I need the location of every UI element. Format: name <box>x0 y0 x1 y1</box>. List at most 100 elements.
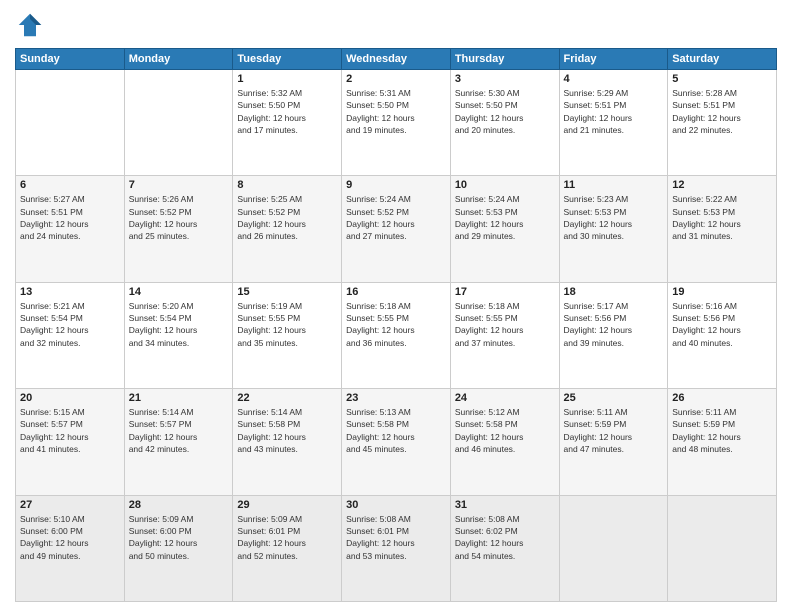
day-info: Sunrise: 5:18 AM Sunset: 5:55 PM Dayligh… <box>346 300 446 349</box>
day-info: Sunrise: 5:32 AM Sunset: 5:50 PM Dayligh… <box>237 87 337 136</box>
day-info: Sunrise: 5:24 AM Sunset: 5:52 PM Dayligh… <box>346 193 446 242</box>
day-number: 2 <box>346 73 446 85</box>
calendar-cell: 16Sunrise: 5:18 AM Sunset: 5:55 PM Dayli… <box>342 282 451 388</box>
day-number: 22 <box>237 392 337 404</box>
day-number: 1 <box>237 73 337 85</box>
day-info: Sunrise: 5:28 AM Sunset: 5:51 PM Dayligh… <box>672 87 772 136</box>
day-info: Sunrise: 5:29 AM Sunset: 5:51 PM Dayligh… <box>564 87 664 136</box>
day-info: Sunrise: 5:26 AM Sunset: 5:52 PM Dayligh… <box>129 193 229 242</box>
calendar-cell: 31Sunrise: 5:08 AM Sunset: 6:02 PM Dayli… <box>450 495 559 601</box>
calendar-cell: 5 Sunrise: 5:28 AM Sunset: 5:51 PM Daylig… <box>668 70 777 176</box>
day-number: 8 <box>237 179 337 191</box>
calendar-cell: 2 Sunrise: 5:31 AM Sunset: 5:50 PM Daylig… <box>342 70 451 176</box>
day-number: 21 <box>129 392 229 404</box>
calendar-cell: 26 Sunrise: 5:11 AM Sunset: 5:59 PM Dayli… <box>668 389 777 495</box>
calendar-cell: 12 Sunrise: 5:22 AM Sunset: 5:53 PM Dayli… <box>668 176 777 282</box>
calendar-cell: 9Sunrise: 5:24 AM Sunset: 5:52 PM Daylig… <box>342 176 451 282</box>
day-number: 11 <box>564 179 664 191</box>
day-info: Sunrise: 5:16 AM Sunset: 5:56 PM Dayligh… <box>672 300 772 349</box>
page-header <box>15 10 777 40</box>
day-info: Sunrise: 5:24 AM Sunset: 5:53 PM Dayligh… <box>455 193 555 242</box>
day-number: 3 <box>455 73 555 85</box>
calendar-cell <box>16 70 125 176</box>
day-info: Sunrise: 5:20 AM Sunset: 5:54 PM Dayligh… <box>129 300 229 349</box>
day-info: Sunrise: 5:12 AM Sunset: 5:58 PM Dayligh… <box>455 406 555 455</box>
day-info: Sunrise: 5:10 AM Sunset: 6:00 PM Dayligh… <box>20 513 120 562</box>
day-info: Sunrise: 5:19 AM Sunset: 5:55 PM Dayligh… <box>237 300 337 349</box>
day-info: Sunrise: 5:27 AM Sunset: 5:51 PM Dayligh… <box>20 193 120 242</box>
day-number: 20 <box>20 392 120 404</box>
day-number: 14 <box>129 286 229 298</box>
day-info: Sunrise: 5:30 AM Sunset: 5:50 PM Dayligh… <box>455 87 555 136</box>
day-number: 26 <box>672 392 772 404</box>
day-number: 31 <box>455 499 555 511</box>
calendar-cell: 4Sunrise: 5:29 AM Sunset: 5:51 PM Daylig… <box>559 70 668 176</box>
day-number: 29 <box>237 499 337 511</box>
day-info: Sunrise: 5:14 AM Sunset: 5:57 PM Dayligh… <box>129 406 229 455</box>
day-info: Sunrise: 5:08 AM Sunset: 6:01 PM Dayligh… <box>346 513 446 562</box>
day-number: 19 <box>672 286 772 298</box>
calendar-cell: 3 Sunrise: 5:30 AM Sunset: 5:50 PM Daylig… <box>450 70 559 176</box>
calendar-cell: 11Sunrise: 5:23 AM Sunset: 5:53 PM Dayli… <box>559 176 668 282</box>
col-header-wednesday: Wednesday <box>342 49 451 70</box>
calendar-cell: 6 Sunrise: 5:27 AM Sunset: 5:51 PM Daylig… <box>16 176 125 282</box>
day-info: Sunrise: 5:21 AM Sunset: 5:54 PM Dayligh… <box>20 300 120 349</box>
day-number: 24 <box>455 392 555 404</box>
col-header-sunday: Sunday <box>16 49 125 70</box>
day-info: Sunrise: 5:25 AM Sunset: 5:52 PM Dayligh… <box>237 193 337 242</box>
calendar-cell: 23 Sunrise: 5:13 AM Sunset: 5:58 PM Dayli… <box>342 389 451 495</box>
col-header-tuesday: Tuesday <box>233 49 342 70</box>
calendar-cell: 17 Sunrise: 5:18 AM Sunset: 5:55 PM Dayli… <box>450 282 559 388</box>
calendar-cell: 13 Sunrise: 5:21 AM Sunset: 5:54 PM Dayli… <box>16 282 125 388</box>
day-info: Sunrise: 5:14 AM Sunset: 5:58 PM Dayligh… <box>237 406 337 455</box>
day-number: 25 <box>564 392 664 404</box>
day-number: 23 <box>346 392 446 404</box>
col-header-friday: Friday <box>559 49 668 70</box>
day-info: Sunrise: 5:22 AM Sunset: 5:53 PM Dayligh… <box>672 193 772 242</box>
day-number: 6 <box>20 179 120 191</box>
day-number: 30 <box>346 499 446 511</box>
calendar-cell: 24 Sunrise: 5:12 AM Sunset: 5:58 PM Dayli… <box>450 389 559 495</box>
calendar-cell: 10 Sunrise: 5:24 AM Sunset: 5:53 PM Dayli… <box>450 176 559 282</box>
day-number: 12 <box>672 179 772 191</box>
day-number: 10 <box>455 179 555 191</box>
logo <box>15 10 49 40</box>
calendar-cell <box>124 70 233 176</box>
calendar-cell: 7 Sunrise: 5:26 AM Sunset: 5:52 PM Daylig… <box>124 176 233 282</box>
calendar-cell: 27 Sunrise: 5:10 AM Sunset: 6:00 PM Dayli… <box>16 495 125 601</box>
calendar-cell: 20 Sunrise: 5:15 AM Sunset: 5:57 PM Dayli… <box>16 389 125 495</box>
day-info: Sunrise: 5:13 AM Sunset: 5:58 PM Dayligh… <box>346 406 446 455</box>
calendar-cell: 1 Sunrise: 5:32 AM Sunset: 5:50 PM Daylig… <box>233 70 342 176</box>
day-info: Sunrise: 5:11 AM Sunset: 5:59 PM Dayligh… <box>672 406 772 455</box>
calendar-cell: 21 Sunrise: 5:14 AM Sunset: 5:57 PM Dayli… <box>124 389 233 495</box>
day-info: Sunrise: 5:18 AM Sunset: 5:55 PM Dayligh… <box>455 300 555 349</box>
day-info: Sunrise: 5:09 AM Sunset: 6:00 PM Dayligh… <box>129 513 229 562</box>
day-info: Sunrise: 5:11 AM Sunset: 5:59 PM Dayligh… <box>564 406 664 455</box>
day-info: Sunrise: 5:15 AM Sunset: 5:57 PM Dayligh… <box>20 406 120 455</box>
logo-icon <box>15 10 45 40</box>
day-info: Sunrise: 5:17 AM Sunset: 5:56 PM Dayligh… <box>564 300 664 349</box>
calendar-cell <box>668 495 777 601</box>
calendar-cell: 15 Sunrise: 5:19 AM Sunset: 5:55 PM Dayli… <box>233 282 342 388</box>
day-number: 17 <box>455 286 555 298</box>
day-number: 5 <box>672 73 772 85</box>
calendar-cell: 19 Sunrise: 5:16 AM Sunset: 5:56 PM Dayli… <box>668 282 777 388</box>
calendar-cell <box>559 495 668 601</box>
day-number: 28 <box>129 499 229 511</box>
day-number: 27 <box>20 499 120 511</box>
calendar-cell: 18 Sunrise: 5:17 AM Sunset: 5:56 PM Dayli… <box>559 282 668 388</box>
day-number: 13 <box>20 286 120 298</box>
col-header-monday: Monday <box>124 49 233 70</box>
col-header-saturday: Saturday <box>668 49 777 70</box>
day-number: 15 <box>237 286 337 298</box>
col-header-thursday: Thursday <box>450 49 559 70</box>
calendar-cell: 8 Sunrise: 5:25 AM Sunset: 5:52 PM Daylig… <box>233 176 342 282</box>
day-number: 7 <box>129 179 229 191</box>
day-info: Sunrise: 5:31 AM Sunset: 5:50 PM Dayligh… <box>346 87 446 136</box>
calendar-cell: 14 Sunrise: 5:20 AM Sunset: 5:54 PM Dayli… <box>124 282 233 388</box>
day-number: 18 <box>564 286 664 298</box>
calendar-cell: 22 Sunrise: 5:14 AM Sunset: 5:58 PM Dayli… <box>233 389 342 495</box>
day-info: Sunrise: 5:09 AM Sunset: 6:01 PM Dayligh… <box>237 513 337 562</box>
calendar-table: SundayMondayTuesdayWednesdayThursdayFrid… <box>15 48 777 602</box>
calendar-cell: 28 Sunrise: 5:09 AM Sunset: 6:00 PM Dayli… <box>124 495 233 601</box>
